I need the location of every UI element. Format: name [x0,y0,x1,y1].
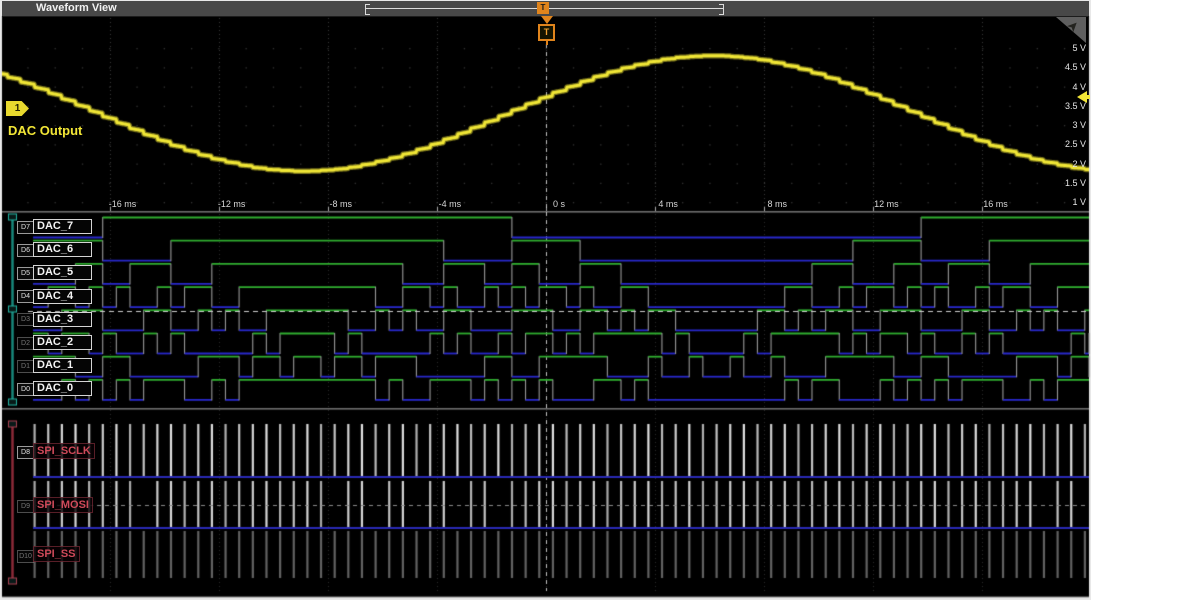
time-tick: 16 ms [967,199,1023,209]
time-tick: 4 ms [640,199,696,209]
time-tick: -12 ms [204,199,260,209]
channel-label-dac_6[interactable]: DAC_6 [33,242,92,257]
voltage-tick: 4.5 V [1042,62,1086,72]
channel-label-dac_0[interactable]: DAC_0 [33,381,92,396]
digital-channel-badge-d3[interactable]: D3 [17,313,34,326]
voltage-tick: 1.5 V [1042,178,1086,188]
voltage-tick: 2 V [1042,159,1086,169]
channel-label-dac_4[interactable]: DAC_4 [33,289,92,304]
overview-right-bracket[interactable] [719,4,724,15]
digital-channel-badge-d2[interactable]: D2 [17,337,34,350]
overview-trigger-marker[interactable]: T [537,2,549,14]
time-tick: -4 ms [422,199,478,209]
time-tick: 12 ms [858,199,914,209]
voltage-tick: 3.5 V [1042,101,1086,111]
channel-1-reference-tail [1086,95,1090,99]
digital-channel-badge-d1[interactable]: D1 [17,360,34,373]
channel-label-spi_mosi[interactable]: SPI_MOSI [33,497,93,513]
time-tick: 0 s [531,199,587,209]
channel-label-dac_7[interactable]: DAC_7 [33,219,92,234]
digital-channel-badge-d8[interactable]: D8 [17,446,34,459]
trigger-indicator[interactable]: T [538,16,555,45]
digital-channel-badge-d4[interactable]: D4 [17,290,34,303]
voltage-tick: 3 V [1042,120,1086,130]
voltage-tick: 5 V [1042,43,1086,53]
channel-1-label[interactable]: DAC Output [8,123,82,138]
overview-left-bracket[interactable] [365,4,370,15]
window-title: Waveform View [36,2,117,14]
channel-label-spi_sclk[interactable]: SPI_SCLK [33,443,95,459]
zoom-overview-bracket[interactable]: T [365,4,724,13]
channel-label-dac_5[interactable]: DAC_5 [33,265,92,280]
waveform-view-window: Waveform View T T 1 DAC Output ➤ 5 V4.5 … [0,0,1091,600]
digital-channel-badge-d9[interactable]: D9 [17,500,34,513]
digital-channel-badge-d7[interactable]: D7 [17,221,34,234]
voltage-tick: 1 V [1042,197,1086,207]
trigger-t-badge[interactable]: T [538,24,555,41]
voltage-tick: 2.5 V [1042,139,1086,149]
channel-label-dac_1[interactable]: DAC_1 [33,358,92,373]
title-bar[interactable]: Waveform View T [2,1,1089,17]
digital-channel-badge-d5[interactable]: D5 [17,267,34,280]
channel-label-dac_3[interactable]: DAC_3 [33,312,92,327]
voltage-tick: 4 V [1042,82,1086,92]
channel-label-dac_2[interactable]: DAC_2 [33,335,92,350]
trigger-arrow-icon [541,16,553,24]
digital-channel-badge-d6[interactable]: D6 [17,244,34,257]
digital-channel-badge-d0[interactable]: D0 [17,383,34,396]
trigger-tail [546,41,548,45]
time-tick: -8 ms [313,199,369,209]
waveform-display[interactable] [0,0,1091,600]
time-tick: 8 ms [749,199,805,209]
time-tick: -16 ms [95,199,151,209]
digital-channel-badge-d10[interactable]: D10 [17,550,34,563]
channel-label-spi_ss[interactable]: SPI_SS [33,546,80,562]
